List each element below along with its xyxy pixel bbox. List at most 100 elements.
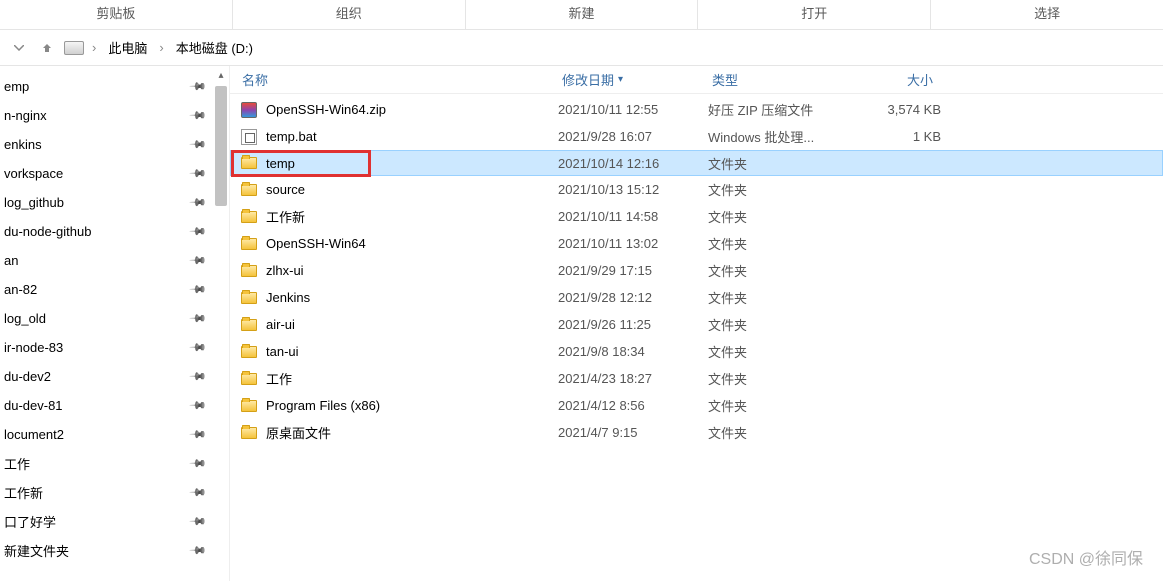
- file-row[interactable]: 原桌面文件2021/4/7 9:15文件夹: [230, 419, 1163, 446]
- file-type: 文件夹: [708, 315, 873, 334]
- file-date: 2021/10/11 13:02: [558, 236, 708, 251]
- file-size: 3,574 KB: [873, 102, 953, 117]
- file-row[interactable]: 工作新2021/10/11 14:58文件夹: [230, 203, 1163, 230]
- drive-icon: [64, 41, 84, 55]
- file-date: 2021/9/26 11:25: [558, 317, 708, 332]
- file-name: tan-ui: [266, 344, 558, 359]
- column-header-size[interactable]: 大小: [865, 70, 945, 89]
- file-row[interactable]: source2021/10/13 15:12文件夹: [230, 176, 1163, 203]
- file-date: 2021/9/28 16:07: [558, 129, 708, 144]
- pin-icon: 📌: [189, 425, 208, 444]
- sidebar-item[interactable]: 工作 📌: [0, 449, 229, 478]
- ribbon-group-select[interactable]: 选择: [931, 0, 1163, 29]
- sidebar-item[interactable]: du-dev-81📌: [0, 391, 229, 420]
- sidebar-item[interactable]: log_old 📌: [0, 304, 229, 333]
- file-row[interactable]: tan-ui2021/9/8 18:34文件夹: [230, 338, 1163, 365]
- sidebar-item[interactable]: locument2📌: [0, 420, 229, 449]
- folder-icon: [240, 154, 258, 172]
- folder-icon: [240, 424, 258, 442]
- column-header-row: 名称 修改日期 ▾ 类型 大小: [230, 66, 1163, 94]
- sidebar-item[interactable]: an📌: [0, 246, 229, 275]
- sidebar-item[interactable]: an-82📌: [0, 275, 229, 304]
- ribbon: 剪贴板 组织 新建 打开 选择: [0, 0, 1163, 30]
- file-row[interactable]: temp.bat2021/9/28 16:07Windows 批处理...1 K…: [230, 123, 1163, 150]
- file-name: 工作: [266, 369, 558, 388]
- file-row[interactable]: air-ui2021/9/26 11:25文件夹: [230, 311, 1163, 338]
- sidebar-item-label: 工作新: [4, 483, 43, 502]
- sidebar-item[interactable]: 口了好学📌: [0, 507, 229, 536]
- sidebar-item-label: enkins: [4, 137, 42, 152]
- pin-icon: 📌: [189, 454, 208, 473]
- column-header-date[interactable]: 修改日期 ▾: [550, 70, 700, 89]
- sidebar-item[interactable]: enkins 📌: [0, 130, 229, 159]
- sidebar-item[interactable]: log_github📌: [0, 188, 229, 217]
- file-row[interactable]: zlhx-ui2021/9/29 17:15文件夹: [230, 257, 1163, 284]
- scrollbar-up-arrow[interactable]: ▴: [215, 68, 227, 82]
- folder-icon: [240, 397, 258, 415]
- sidebar-item[interactable]: ir-node-83📌: [0, 333, 229, 362]
- pin-icon: 📌: [189, 367, 208, 386]
- nav-dropdown-icon[interactable]: [8, 37, 30, 59]
- pin-icon: 📌: [189, 222, 208, 241]
- pin-icon: 📌: [189, 135, 208, 154]
- sidebar-item-label: log_old: [4, 311, 46, 326]
- file-type: 好压 ZIP 压缩文件: [708, 100, 873, 119]
- file-name: Program Files (x86): [266, 398, 558, 413]
- ribbon-group-clipboard[interactable]: 剪贴板: [0, 0, 233, 29]
- file-row[interactable]: OpenSSH-Win642021/10/11 13:02文件夹: [230, 230, 1163, 257]
- sidebar-item-label: du-node-github: [4, 224, 91, 239]
- folder-icon: [240, 289, 258, 307]
- file-row[interactable]: temp2021/10/14 12:16文件夹: [230, 150, 1163, 176]
- file-type: Windows 批处理...: [708, 127, 873, 146]
- breadcrumb-this-pc[interactable]: 此电脑: [104, 36, 151, 59]
- sidebar-item[interactable]: n-nginx📌: [0, 101, 229, 130]
- nav-up-button[interactable]: [36, 37, 58, 59]
- file-date: 2021/10/11 12:55: [558, 102, 708, 117]
- file-type: 文件夹: [708, 154, 873, 173]
- sidebar-item[interactable]: 工作新📌: [0, 478, 229, 507]
- file-row[interactable]: Program Files (x86)2021/4/12 8:56文件夹: [230, 392, 1163, 419]
- file-name: OpenSSH-Win64: [266, 236, 558, 251]
- folder-icon: [240, 208, 258, 226]
- column-header-name[interactable]: 名称: [230, 70, 550, 89]
- column-header-type[interactable]: 类型: [700, 70, 865, 89]
- file-name: OpenSSH-Win64.zip: [266, 102, 558, 117]
- file-name: temp: [266, 156, 558, 171]
- sidebar-item[interactable]: du-node-github 📌: [0, 217, 229, 246]
- file-date: 2021/9/29 17:15: [558, 263, 708, 278]
- file-type: 文件夹: [708, 234, 873, 253]
- column-header-date-label: 修改日期: [562, 70, 614, 89]
- file-name: 原桌面文件: [266, 423, 558, 442]
- pin-icon: 📌: [189, 251, 208, 270]
- scrollbar-thumb[interactable]: [215, 86, 227, 206]
- file-row[interactable]: OpenSSH-Win64.zip2021/10/11 12:55好压 ZIP …: [230, 96, 1163, 123]
- file-row[interactable]: Jenkins2021/9/28 12:12文件夹: [230, 284, 1163, 311]
- file-type: 文件夹: [708, 261, 873, 280]
- folder-icon: [240, 235, 258, 253]
- file-type: 文件夹: [708, 369, 873, 388]
- folder-icon: [240, 262, 258, 280]
- file-type: 文件夹: [708, 423, 873, 442]
- sidebar-item-label: 工作: [4, 454, 30, 473]
- pin-icon: 📌: [189, 106, 208, 125]
- ribbon-group-open[interactable]: 打开: [698, 0, 931, 29]
- file-row[interactable]: 工作2021/4/23 18:27文件夹: [230, 365, 1163, 392]
- pin-icon: 📌: [189, 77, 208, 96]
- sidebar-item[interactable]: emp📌: [0, 72, 229, 101]
- sidebar-item-label: 新建文件夹: [4, 541, 69, 560]
- navigation-bar: › 此电脑 › 本地磁盘 (D:): [0, 30, 1163, 66]
- main-area: emp📌n-nginx📌enkins📌vorkspace📌log_github📌…: [0, 66, 1163, 581]
- sidebar-item-label: log_github: [4, 195, 64, 210]
- ribbon-group-organize[interactable]: 组织: [233, 0, 466, 29]
- sidebar-item[interactable]: du-dev2📌: [0, 362, 229, 391]
- file-date: 2021/9/28 12:12: [558, 290, 708, 305]
- breadcrumb-drive-d[interactable]: 本地磁盘 (D:): [172, 36, 257, 59]
- pin-icon: 📌: [189, 512, 208, 531]
- file-name: air-ui: [266, 317, 558, 332]
- file-size: 1 KB: [873, 129, 953, 144]
- sidebar-item[interactable]: 新建文件夹📌: [0, 536, 229, 565]
- watermark: CSDN @徐同保: [1029, 545, 1143, 569]
- pin-icon: 📌: [189, 309, 208, 328]
- sidebar-item[interactable]: vorkspace📌: [0, 159, 229, 188]
- ribbon-group-new[interactable]: 新建: [466, 0, 699, 29]
